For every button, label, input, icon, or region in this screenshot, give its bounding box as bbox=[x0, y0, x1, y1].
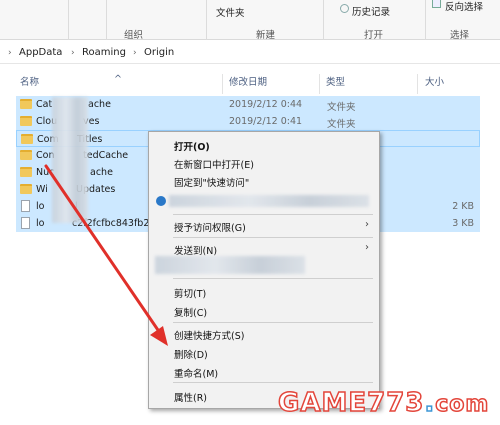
menu-item-rename[interactable]: 重命名(M) bbox=[149, 363, 379, 381]
menu-item-grant-access[interactable]: 授予访问权限(G) › bbox=[149, 217, 379, 235]
chevron-right-icon: › bbox=[133, 48, 137, 58]
ribbon: 文件夹 历史记录 反向选择 组织 新建 打开 选择 bbox=[0, 0, 500, 41]
item-size: 3 KB bbox=[452, 218, 474, 229]
item-name-start: Wi bbox=[36, 184, 48, 195]
breadcrumb-roaming[interactable]: Roaming bbox=[82, 47, 126, 58]
item-name-end: ache bbox=[88, 99, 111, 110]
menu-label: 创建快捷方式(S) bbox=[174, 331, 245, 342]
item-size: 2 KB bbox=[452, 201, 474, 212]
new-folder-label[interactable]: 文件夹 bbox=[216, 5, 245, 19]
menu-label: 复制(C) bbox=[174, 308, 208, 319]
menu-separator bbox=[173, 214, 373, 215]
menu-label: 属性(R) bbox=[174, 393, 208, 404]
submenu-arrow-icon: › bbox=[365, 219, 369, 230]
ribbon-separator bbox=[68, 0, 69, 40]
invert-select-button[interactable]: 反向选择 bbox=[445, 0, 483, 13]
item-type: 文件夹 bbox=[327, 102, 356, 113]
watermark-logo: GAME773.com bbox=[277, 387, 490, 419]
sort-up-icon: ^ bbox=[114, 74, 122, 85]
menu-label: 打开(O) bbox=[174, 142, 210, 153]
menu-label: 剪切(T) bbox=[174, 289, 207, 300]
address-bar[interactable]: › AppData › Roaming › Origin bbox=[0, 42, 500, 64]
folder-icon bbox=[20, 116, 32, 126]
watermark-text: GAME773 bbox=[277, 387, 425, 419]
ribbon-separator bbox=[425, 0, 426, 40]
chevron-right-icon: › bbox=[71, 48, 75, 58]
ribbon-separator bbox=[206, 0, 207, 40]
menu-label: 重命名(M) bbox=[174, 369, 219, 380]
column-size[interactable]: 大小 bbox=[425, 74, 444, 88]
folder-icon bbox=[21, 134, 33, 144]
menu-item-delete[interactable]: 删除(D) bbox=[149, 344, 379, 362]
column-separator[interactable] bbox=[222, 74, 223, 94]
ribbon-group-select: 选择 bbox=[450, 30, 470, 41]
ribbon-separator bbox=[106, 0, 107, 40]
item-date: 2019/2/12 0:44 bbox=[229, 99, 303, 110]
item-name-end: tedCache bbox=[83, 150, 129, 161]
folder-icon bbox=[20, 167, 32, 177]
watermark-dot: . bbox=[424, 387, 436, 419]
menu-label: 在新窗口中打开(E) bbox=[174, 160, 254, 171]
ribbon-group-organize: 组织 bbox=[124, 30, 144, 41]
ribbon-separator bbox=[323, 0, 324, 40]
item-name-start: lo bbox=[36, 201, 45, 212]
column-type[interactable]: 类型 bbox=[326, 74, 345, 88]
breadcrumb-origin[interactable]: Origin bbox=[144, 47, 174, 58]
menu-label: 授予访问权限(G) bbox=[174, 223, 246, 234]
file-icon bbox=[21, 217, 30, 229]
redacted-region bbox=[155, 256, 305, 274]
history-button[interactable]: 历史记录 bbox=[352, 4, 390, 18]
column-separator[interactable] bbox=[417, 74, 418, 94]
context-menu: 打开(O) 在新窗口中打开(E) 固定到"快速访问" 授予访问权限(G) › 发… bbox=[148, 131, 380, 409]
invert-select-icon bbox=[432, 0, 441, 8]
item-name-start: Cat bbox=[36, 99, 53, 110]
app-icon bbox=[156, 196, 166, 206]
menu-separator bbox=[173, 278, 373, 279]
ribbon-group-open: 打开 bbox=[364, 30, 384, 41]
menu-item-copy[interactable]: 复制(C) bbox=[149, 302, 379, 320]
menu-separator bbox=[173, 237, 373, 238]
menu-item-open[interactable]: 打开(O) bbox=[149, 136, 379, 154]
chevron-right-icon: › bbox=[8, 48, 12, 58]
column-date[interactable]: 修改日期 bbox=[229, 74, 267, 88]
folder-icon bbox=[20, 99, 32, 109]
menu-label: 固定到"快速访问" bbox=[174, 178, 250, 189]
menu-separator bbox=[173, 322, 373, 323]
column-name[interactable]: 名称 bbox=[20, 74, 39, 88]
breadcrumb-appdata[interactable]: AppData bbox=[19, 47, 62, 58]
menu-item-create-shortcut[interactable]: 创建快捷方式(S) bbox=[149, 325, 379, 343]
redacted-region bbox=[52, 97, 88, 223]
folder-icon bbox=[20, 150, 32, 160]
watermark-tld: com bbox=[435, 391, 490, 418]
redacted-region bbox=[169, 195, 369, 207]
item-type: 文件夹 bbox=[327, 119, 356, 130]
item-name-start: lo bbox=[36, 218, 45, 229]
menu-separator bbox=[173, 382, 373, 383]
menu-item-open-new-window[interactable]: 在新窗口中打开(E) bbox=[149, 154, 379, 172]
history-icon bbox=[340, 4, 349, 13]
ribbon-group-new: 新建 bbox=[256, 30, 276, 41]
folder-icon bbox=[20, 184, 32, 194]
menu-item-pin-quick-access[interactable]: 固定到"快速访问" bbox=[149, 172, 379, 190]
item-name-end: ache bbox=[90, 167, 113, 178]
submenu-arrow-icon: › bbox=[365, 242, 369, 253]
file-icon bbox=[21, 200, 30, 212]
menu-label: 删除(D) bbox=[174, 350, 208, 361]
menu-item-cut[interactable]: 剪切(T) bbox=[149, 283, 379, 301]
item-date: 2019/2/12 0:41 bbox=[229, 116, 303, 127]
menu-label: 发送到(N) bbox=[174, 246, 218, 257]
column-separator[interactable] bbox=[319, 74, 320, 94]
column-header-bar: ^ 名称 修改日期 类型 大小 bbox=[0, 64, 500, 94]
